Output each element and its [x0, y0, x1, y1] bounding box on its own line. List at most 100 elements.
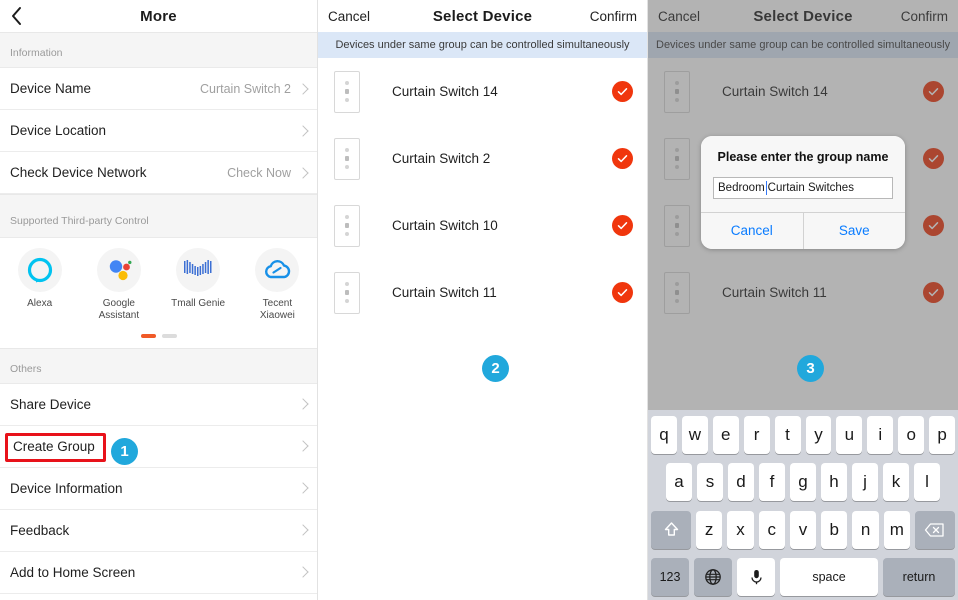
return-key[interactable]: return: [883, 558, 955, 596]
pager-dot-active[interactable]: [141, 334, 156, 338]
key-h[interactable]: h: [821, 463, 847, 501]
key-w[interactable]: w: [682, 416, 708, 454]
panel-group-name-dialog: Cancel Select Device Confirm Devices und…: [648, 0, 958, 600]
key-j[interactable]: j: [852, 463, 878, 501]
key-t[interactable]: t: [775, 416, 801, 454]
third-party-label: Tecent Xiaowei: [246, 298, 308, 322]
tencent-xiaowei-icon: [255, 248, 299, 292]
row-device-location[interactable]: Device Location: [0, 110, 317, 152]
step-badge-2: 2: [482, 355, 509, 382]
space-key[interactable]: space: [780, 558, 878, 596]
key-u[interactable]: u: [836, 416, 862, 454]
pager-dot[interactable]: [162, 334, 177, 338]
globe-icon[interactable]: [694, 558, 732, 596]
curtain-switch-icon: [334, 205, 360, 247]
alexa-icon: [18, 248, 62, 292]
switch-dot: [345, 98, 349, 102]
row-create-group[interactable]: Create Group Create Group: [0, 426, 317, 468]
input-text-after-caret: Curtain Switches: [768, 182, 854, 194]
row-device-information[interactable]: Device Information: [0, 468, 317, 510]
key-x[interactable]: x: [727, 511, 753, 549]
row-feedback[interactable]: Feedback: [0, 510, 317, 552]
keyboard-row-3: z x c v b n m: [651, 511, 955, 549]
key-c[interactable]: c: [759, 511, 785, 549]
third-party-item-tencent-xiaowei[interactable]: Tecent Xiaowei: [238, 248, 317, 322]
chevron-right-icon: [297, 482, 308, 493]
key-q[interactable]: q: [651, 416, 677, 454]
third-party-label: Google Assistant: [88, 298, 150, 322]
third-party-item-google-assistant[interactable]: Google Assistant: [79, 248, 158, 322]
switch-dot: [345, 290, 349, 295]
microphone-icon[interactable]: [737, 558, 775, 596]
key-b[interactable]: b: [821, 511, 847, 549]
selected-check-icon[interactable]: [612, 81, 633, 102]
switch-dot: [345, 156, 349, 161]
switch-dot: [345, 299, 349, 303]
row-label: Add to Home Screen: [10, 565, 135, 580]
panel-select-device: Cancel Select Device Confirm Devices und…: [318, 0, 648, 600]
key-m[interactable]: m: [884, 511, 910, 549]
key-z[interactable]: z: [696, 511, 722, 549]
third-party-label: Alexa: [27, 298, 52, 310]
row-label: Device Information: [10, 481, 123, 496]
device-name: Curtain Switch 10: [392, 218, 498, 233]
chevron-right-icon: [297, 125, 308, 136]
dialog-title: Please enter the group name: [713, 150, 893, 164]
key-y[interactable]: y: [806, 416, 832, 454]
group-name-input[interactable]: Bedroom Curtain Switches: [713, 177, 893, 199]
section-header-information: Information: [0, 32, 317, 68]
key-f[interactable]: f: [759, 463, 785, 501]
selected-check-icon[interactable]: [612, 148, 633, 169]
backspace-icon[interactable]: [915, 511, 955, 549]
key-l[interactable]: l: [914, 463, 940, 501]
dialog-body: Please enter the group name Bedroom Curt…: [701, 136, 905, 212]
panel1-navbar: More: [0, 0, 317, 32]
info-banner: Devices under same group can be controll…: [318, 32, 647, 58]
row-label: Check Device Network: [10, 165, 147, 180]
panel-device-more-settings: More Information Device Name Curtain Swi…: [0, 0, 318, 600]
row-check-device-network[interactable]: Check Device Network Check Now: [0, 152, 317, 194]
key-d[interactable]: d: [728, 463, 754, 501]
selected-check-icon[interactable]: [612, 282, 633, 303]
numbers-key[interactable]: 123: [651, 558, 689, 596]
chevron-right-icon: [297, 83, 308, 94]
dialog-save-button[interactable]: Save: [803, 213, 906, 249]
key-i[interactable]: i: [867, 416, 893, 454]
step-badge-1: 1: [111, 438, 138, 465]
device-row[interactable]: Curtain Switch 2: [318, 125, 647, 192]
key-o[interactable]: o: [898, 416, 924, 454]
curtain-switch-icon: [334, 272, 360, 314]
key-k[interactable]: k: [883, 463, 909, 501]
key-p[interactable]: p: [929, 416, 955, 454]
back-chevron-icon[interactable]: [0, 0, 34, 32]
group-name-dialog: Please enter the group name Bedroom Curt…: [701, 136, 905, 249]
key-n[interactable]: n: [852, 511, 878, 549]
key-a[interactable]: a: [666, 463, 692, 501]
text-caret: [766, 181, 767, 195]
row-device-name[interactable]: Device Name Curtain Switch 2: [0, 68, 317, 110]
curtain-switch-icon: [334, 71, 360, 113]
key-r[interactable]: r: [744, 416, 770, 454]
chevron-right-icon: [297, 398, 308, 409]
dialog-cancel-button[interactable]: Cancel: [701, 213, 803, 249]
key-e[interactable]: e: [713, 416, 739, 454]
selected-check-icon[interactable]: [612, 215, 633, 236]
cancel-button[interactable]: Cancel: [318, 9, 380, 24]
key-v[interactable]: v: [790, 511, 816, 549]
key-g[interactable]: g: [790, 463, 816, 501]
key-s[interactable]: s: [697, 463, 723, 501]
shift-icon[interactable]: [651, 511, 691, 549]
device-row[interactable]: Curtain Switch 14: [318, 58, 647, 125]
keyboard-row-2: a s d f g h j k l: [651, 463, 955, 501]
row-add-to-home-screen[interactable]: Add to Home Screen: [0, 552, 317, 594]
third-party-item-tmall-genie[interactable]: Tmall Genie: [159, 248, 238, 322]
row-label-highlighted: Create Group: [13, 439, 95, 454]
switch-dot: [345, 223, 349, 228]
confirm-button[interactable]: Confirm: [580, 9, 647, 24]
device-row[interactable]: Curtain Switch 11: [318, 259, 647, 326]
row-share-device[interactable]: Share Device: [0, 384, 317, 426]
device-row[interactable]: Curtain Switch 10: [318, 192, 647, 259]
third-party-item-alexa[interactable]: Alexa: [0, 248, 79, 322]
switch-dot: [345, 232, 349, 236]
highlight-box: Create Group: [5, 433, 106, 462]
